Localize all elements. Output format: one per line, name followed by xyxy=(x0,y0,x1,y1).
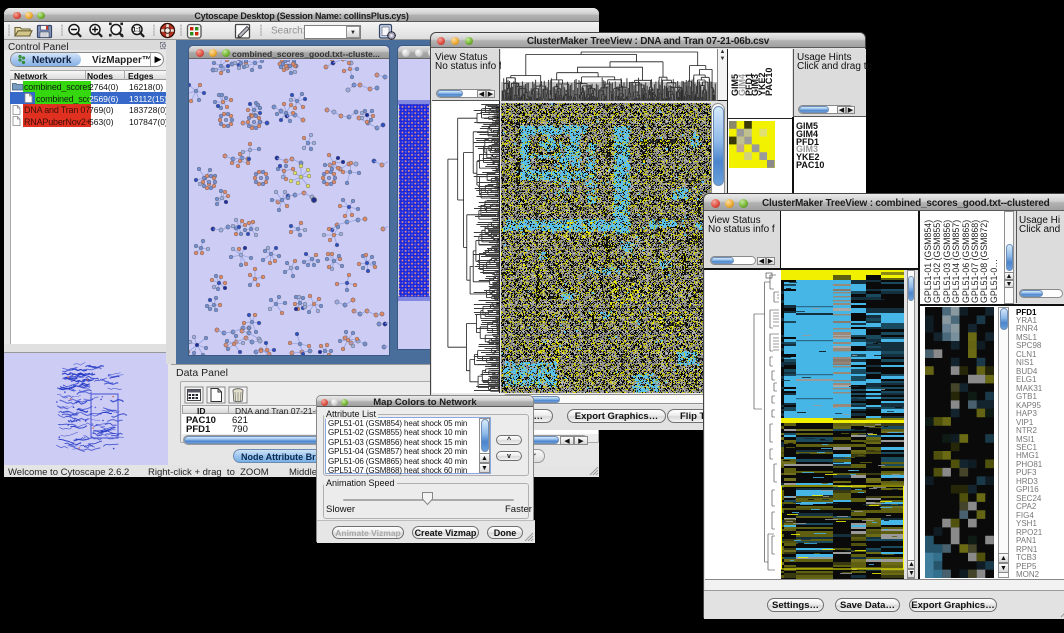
svg-text:1:1: 1:1 xyxy=(133,28,142,34)
svg-text:Search:: Search: xyxy=(271,26,305,37)
